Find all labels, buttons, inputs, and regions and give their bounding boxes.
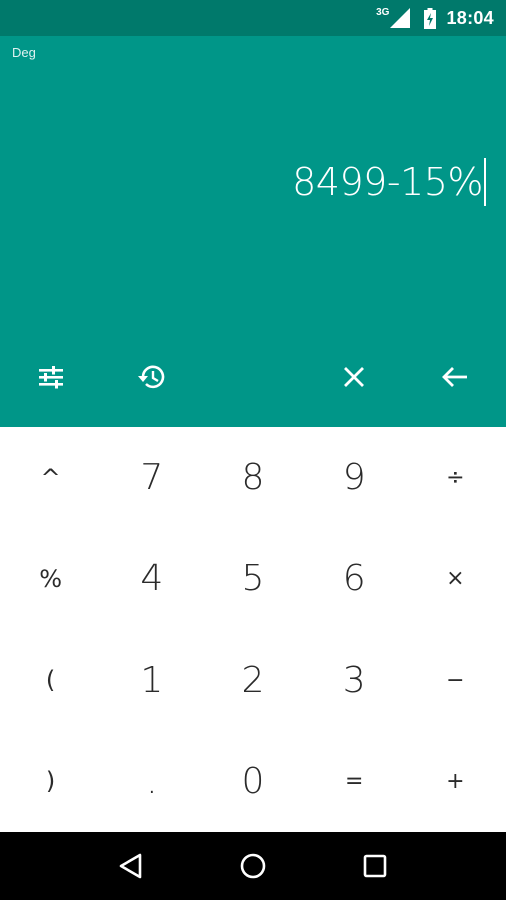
key-power[interactable]: ^ bbox=[0, 427, 101, 528]
clock: 18:04 bbox=[446, 7, 494, 28]
signal-strength-icon bbox=[390, 8, 411, 28]
key-percent[interactable]: % bbox=[0, 528, 101, 629]
recents-icon bbox=[363, 854, 387, 878]
back-icon bbox=[119, 853, 142, 879]
calculator-display: Deg 8499-15% bbox=[0, 36, 506, 427]
key-8[interactable]: 8 bbox=[202, 427, 303, 528]
network-type-label: 3G bbox=[376, 6, 390, 18]
key-subtract[interactable]: − bbox=[405, 630, 506, 731]
key-open-paren[interactable]: ( bbox=[0, 630, 101, 731]
status-bar: 3G 18:04 bbox=[0, 0, 506, 36]
expression-field[interactable]: 8499-15% bbox=[292, 158, 486, 206]
key-3[interactable]: 3 bbox=[304, 630, 405, 731]
key-multiply[interactable]: × bbox=[405, 528, 506, 629]
key-add[interactable]: + bbox=[405, 731, 506, 832]
key-9[interactable]: 9 bbox=[304, 427, 405, 528]
text-cursor bbox=[484, 158, 486, 206]
history-button[interactable] bbox=[101, 346, 202, 408]
battery-charging-icon bbox=[424, 7, 437, 29]
settings-sliders-icon bbox=[38, 366, 63, 389]
display-toolbar bbox=[0, 346, 506, 408]
angle-mode-label[interactable]: Deg bbox=[12, 45, 36, 60]
expression-text: 8499-15% bbox=[292, 160, 483, 204]
key-1[interactable]: 1 bbox=[101, 630, 202, 731]
key-6[interactable]: 6 bbox=[304, 528, 405, 629]
key-decimal[interactable]: . bbox=[101, 731, 202, 832]
key-equals[interactable]: = bbox=[304, 731, 405, 832]
history-icon bbox=[137, 365, 164, 389]
navigation-bar bbox=[0, 832, 506, 900]
key-close-paren[interactable]: ) bbox=[0, 731, 101, 832]
settings-button[interactable] bbox=[0, 346, 101, 408]
backspace-button[interactable] bbox=[404, 346, 505, 408]
key-5[interactable]: 5 bbox=[202, 528, 303, 629]
home-button[interactable] bbox=[223, 836, 283, 896]
key-2[interactable]: 2 bbox=[202, 630, 303, 731]
clear-icon bbox=[343, 367, 364, 387]
back-button[interactable] bbox=[101, 836, 161, 896]
key-0[interactable]: 0 bbox=[202, 731, 303, 832]
key-7[interactable]: 7 bbox=[101, 427, 202, 528]
home-icon bbox=[240, 853, 266, 879]
key-divide[interactable]: ÷ bbox=[405, 427, 506, 528]
key-4[interactable]: 4 bbox=[101, 528, 202, 629]
backspace-icon bbox=[441, 367, 467, 387]
keypad: ^ 7 8 9 ÷ % 4 5 6 × ( 1 2 3 − ) . 0 = + bbox=[0, 427, 506, 832]
recents-button[interactable] bbox=[345, 836, 405, 896]
clear-button[interactable] bbox=[303, 346, 404, 408]
